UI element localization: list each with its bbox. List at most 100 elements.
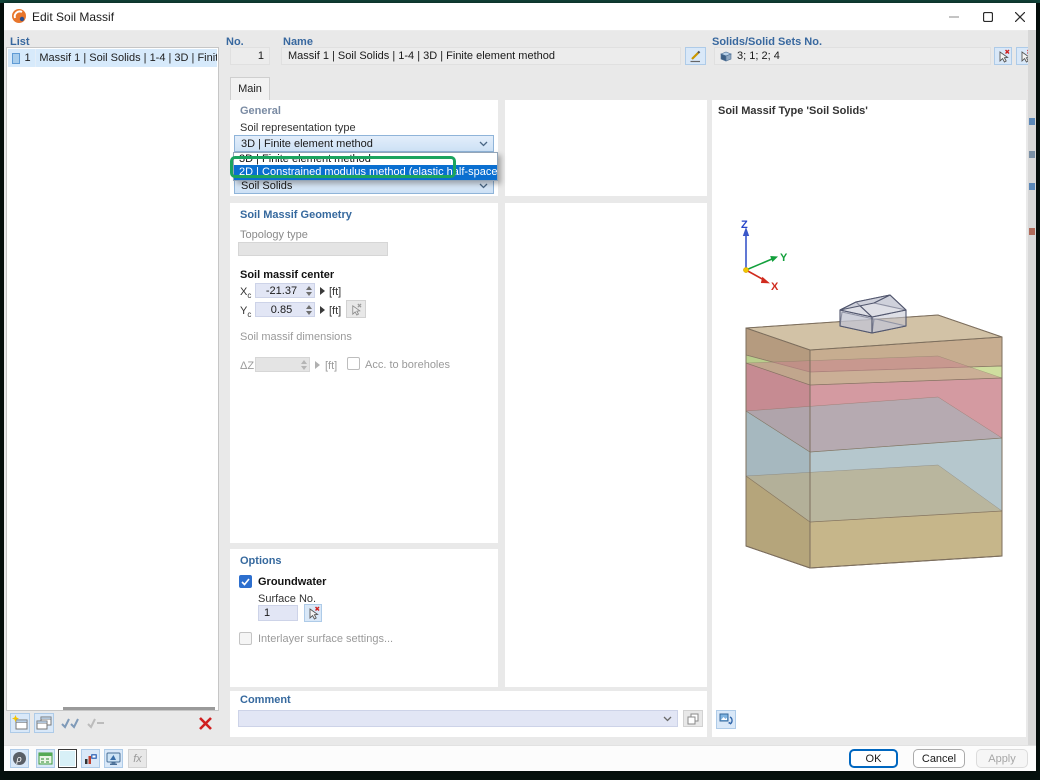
svg-text:ρ: ρ	[16, 754, 22, 764]
soil-massif-3d-view[interactable]: Z Y X	[712, 100, 1026, 737]
render-mode-icon	[719, 713, 733, 727]
info-button[interactable]: ρ	[10, 749, 29, 768]
horizontal-scrollbar-thumb[interactable]	[63, 707, 215, 710]
axis-x-label: X	[771, 281, 779, 293]
representation-combobox[interactable]: 3D | Finite element method	[234, 135, 494, 152]
color-swatch	[60, 751, 75, 766]
window-title: Edit Soil Massif	[32, 10, 114, 24]
interlayer-checkbox[interactable]	[239, 632, 252, 645]
apply-label: Apply	[988, 753, 1016, 765]
xc-spinner[interactable]	[306, 286, 314, 296]
solids-field[interactable]: 3; 1; 2; 4	[714, 47, 991, 65]
units-settings-button[interactable]	[36, 749, 55, 768]
geometry-section: Soil Massif Geometry Topology type Soil …	[230, 203, 498, 543]
minimize-icon	[949, 12, 959, 22]
groundwater-label: Groundwater	[258, 576, 326, 588]
options-header: Options	[240, 555, 282, 567]
collapsed-panel-strip[interactable]	[1028, 30, 1036, 745]
secondary-panel-main	[505, 203, 707, 687]
tab-main-label: Main	[238, 83, 262, 95]
topology-label: Topology type	[240, 229, 308, 241]
edit-soil-massif-dialog: Edit Soil Massif List 1 Massif 1 | Soil …	[4, 3, 1036, 770]
yc-value: 0.85	[271, 304, 295, 316]
no-field[interactable]: 1	[230, 47, 270, 65]
row-color-swatch	[12, 53, 20, 64]
interlayer-label: Interlayer surface settings...	[258, 633, 393, 645]
display-properties-button[interactable]	[81, 749, 100, 768]
cancel-button[interactable]: Cancel	[913, 749, 965, 768]
boreholes-label: Acc. to boreholes	[365, 359, 450, 371]
delete-massif-button[interactable]	[194, 713, 216, 733]
chevron-down-icon	[479, 141, 488, 147]
list-item[interactable]: 1 Massif 1 | Soil Solids | 1-4 | 3D | Fi…	[8, 49, 217, 67]
solids-value: 3; 1; 2; 4	[737, 50, 780, 62]
rename-button[interactable]	[685, 47, 706, 65]
title-bar: Edit Soil Massif	[4, 3, 1036, 31]
xc-label: Xc	[240, 286, 251, 300]
dz-detail-arrow	[315, 361, 320, 369]
secondary-panel-top	[505, 100, 707, 196]
dz-unit: [ft]	[325, 360, 337, 372]
xc-detail-arrow[interactable]	[320, 287, 325, 295]
apply-button[interactable]: Apply	[976, 749, 1028, 768]
general-header: General	[240, 105, 281, 117]
copy-massif-button[interactable]	[34, 713, 54, 733]
maximize-button[interactable]	[972, 3, 1004, 30]
color-swatch-button[interactable]	[58, 749, 77, 768]
dz-spinner	[301, 360, 309, 370]
cancel-label: Cancel	[922, 753, 956, 765]
yc-unit: [ft]	[329, 305, 341, 317]
boreholes-checkbox[interactable]	[347, 357, 360, 370]
comment-combobox[interactable]	[238, 710, 678, 727]
pointer-select-icon	[307, 606, 320, 620]
pick-center-button[interactable]	[346, 300, 366, 318]
dz-field	[255, 357, 310, 372]
groundwater-checkbox[interactable]	[239, 575, 252, 588]
double-check-disabled-icon	[87, 716, 107, 730]
monitor-icon	[106, 751, 121, 766]
column-divider	[35, 49, 36, 67]
delete-x-icon	[199, 717, 212, 730]
dz-label: ΔZ	[240, 360, 254, 372]
select-solids-button[interactable]	[994, 47, 1012, 65]
close-button[interactable]	[1004, 3, 1036, 30]
soil-type-value: Soil Solids	[241, 180, 292, 192]
representation-value: 3D | Finite element method	[241, 138, 373, 150]
xc-field[interactable]: -21.37	[255, 283, 315, 298]
copy-window-icon	[36, 715, 52, 731]
general-section: General Soil representation type 3D | Fi…	[230, 100, 498, 196]
dialog-footer: ρ	[4, 745, 1036, 771]
new-massif-button[interactable]	[10, 713, 30, 733]
preview-panel: Soil Massif Type 'Soil Solids' Z Y X	[712, 100, 1026, 737]
deselect-all-button[interactable]	[86, 713, 108, 733]
apply-to-view-button[interactable]	[104, 749, 123, 768]
geometry-header: Soil Massif Geometry	[240, 209, 352, 221]
xc-value: -21.37	[266, 285, 300, 297]
surface-no-field[interactable]: 1	[258, 605, 298, 621]
yc-detail-arrow[interactable]	[320, 306, 325, 314]
comment-templates-button[interactable]	[683, 710, 703, 727]
annotation-highlight-box	[230, 156, 456, 178]
options-section: Options Groundwater Surface No. 1 Interl…	[230, 549, 498, 687]
pointer-select-icon	[997, 49, 1010, 63]
solid-cube-icon	[720, 50, 732, 62]
dimensions-label: Soil massif dimensions	[240, 331, 352, 343]
close-icon	[1015, 12, 1025, 22]
name-field[interactable]: Massif 1 | Soil Solids | 1-4 | 3D | Fini…	[281, 47, 681, 65]
select-surface-button[interactable]	[304, 604, 322, 622]
ok-button[interactable]: OK	[849, 749, 898, 768]
massif-list[interactable]: 1 Massif 1 | Soil Solids | 1-4 | 3D | Fi…	[6, 47, 219, 711]
toggle-render-button[interactable]	[716, 710, 736, 729]
tab-main[interactable]: Main	[230, 77, 270, 100]
yc-spinner[interactable]	[306, 305, 314, 315]
select-all-button[interactable]	[60, 713, 82, 733]
chevron-down-icon	[663, 716, 672, 722]
minimize-button[interactable]	[938, 3, 970, 30]
topology-field	[238, 242, 388, 256]
yc-field[interactable]: 0.85	[255, 302, 315, 317]
new-window-icon	[12, 715, 28, 731]
strip-icon	[1029, 183, 1035, 190]
comment-section: Comment	[230, 691, 707, 737]
pointer-pick-icon	[350, 303, 362, 316]
formula-button[interactable]: fx	[128, 749, 147, 768]
